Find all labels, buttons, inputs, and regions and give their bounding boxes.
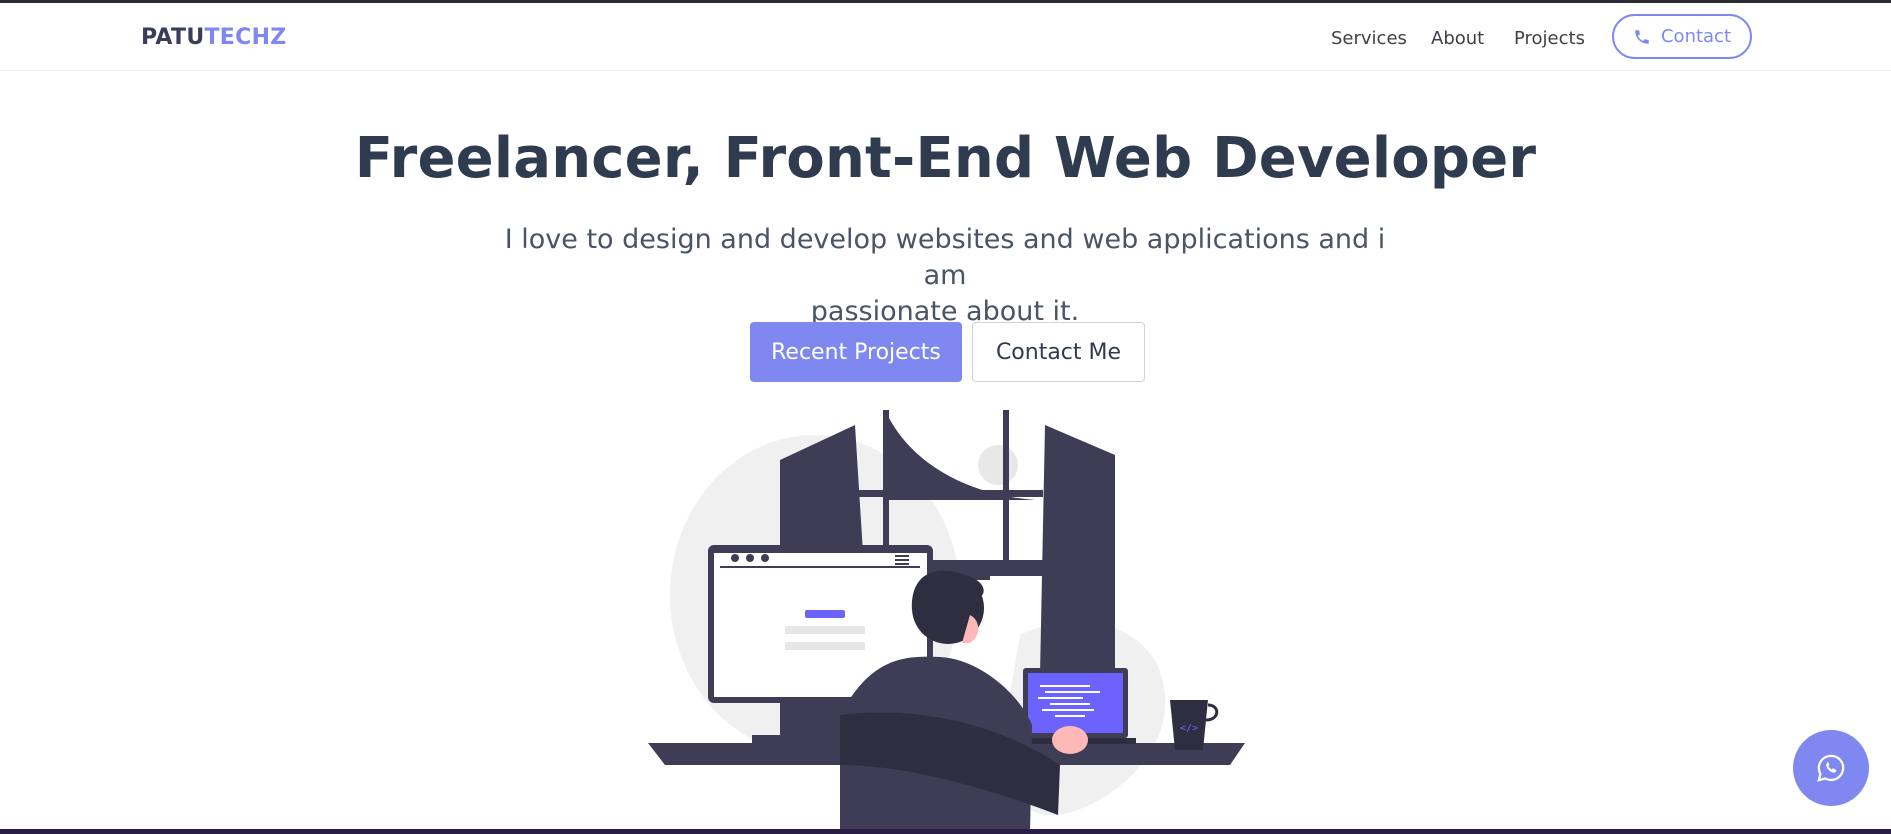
- nav-link-about[interactable]: About: [1431, 28, 1484, 49]
- brand-part-2: TECHZ: [204, 25, 287, 50]
- nav-contact-label: Contact: [1660, 26, 1732, 47]
- hero-illustration: </>: [648, 410, 1245, 834]
- whatsapp-button[interactable]: [1793, 730, 1869, 806]
- background-dot: [978, 445, 1018, 485]
- brand-part-1: PATU: [141, 25, 205, 50]
- nav-link-services[interactable]: Services: [1331, 28, 1407, 49]
- window-bar: [853, 490, 1043, 497]
- window-frame-right: [1040, 425, 1115, 675]
- phone-icon: [1635, 29, 1649, 44]
- person-hand: [1052, 726, 1088, 754]
- window-mullion-1: [883, 410, 889, 560]
- nav-contact-button[interactable]: Contact: [1612, 14, 1752, 59]
- contact-me-button[interactable]: Contact Me: [972, 322, 1145, 382]
- recent-projects-button[interactable]: Recent Projects: [750, 322, 962, 382]
- hero-title: Freelancer, Front-End Web Developer: [354, 126, 1537, 191]
- nav-link-projects[interactable]: Projects: [1514, 28, 1585, 49]
- bottom-border: [0, 829, 1891, 834]
- window-mullion-2: [1003, 410, 1009, 560]
- whatsapp-icon: [1817, 754, 1845, 782]
- brand-logo[interactable]: PATUTECHZ: [141, 25, 287, 50]
- hero-subtitle: I love to design and develop websites an…: [495, 222, 1395, 330]
- navbar: PATUTECHZ Services About Projects Contac…: [0, 3, 1891, 71]
- hero-subtitle-line-1: I love to design and develop websites an…: [504, 224, 1386, 291]
- svg-text:</>: </>: [1180, 723, 1198, 734]
